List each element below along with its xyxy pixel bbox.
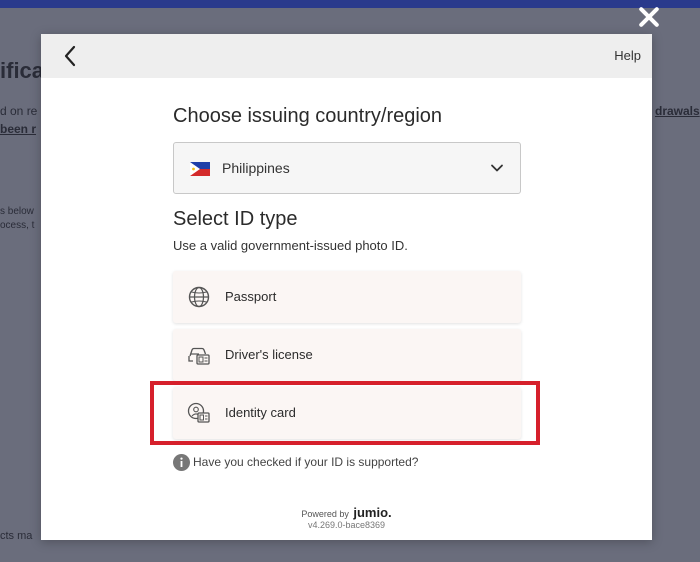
id-option-label: Driver's license [225,347,313,362]
help-link[interactable]: Help [614,48,641,63]
jumio-logo: jumio. [353,505,392,520]
id-verification-modal: Help Choose issuing country/region Phili… [41,34,652,540]
background-text: ocess, t [0,220,35,231]
background-link: drawals [655,104,700,118]
support-text: Have you checked if your ID is supported… [193,455,419,469]
version-label: v4.269.0-bace8369 [307,520,386,530]
country-select[interactable]: Philippines [173,142,521,194]
id-option-label: Identity card [225,405,296,420]
philippines-flag-icon [190,162,210,176]
background-text: cts ma [0,530,33,542]
id-type-title: Select ID type [173,208,298,230]
selected-country: Philippines [222,160,290,176]
background-text: d on re [0,104,38,118]
modal-header: Help [41,34,652,78]
car-id-icon [188,347,210,365]
id-option-passport[interactable]: Passport [173,271,521,323]
globe-icon [188,286,210,308]
id-option-label: Passport [225,289,277,304]
background-text: s below [0,206,34,217]
id-card-icon [187,402,210,423]
id-type-subtitle: Use a valid government-issued photo ID. [173,238,408,253]
powered-by-label: Powered by [301,509,349,519]
page-top-bar [0,0,700,8]
country-title: Choose issuing country/region [173,105,443,127]
info-icon [173,454,190,471]
background-link: been r [0,122,37,136]
id-option-drivers-license[interactable]: Driver's license [173,329,521,381]
chevron-left-icon [64,45,76,67]
close-icon[interactable] [636,4,662,30]
back-button[interactable] [59,44,83,68]
id-option-identity-card[interactable]: Identity card [173,387,521,439]
chevron-down-icon [491,164,503,172]
